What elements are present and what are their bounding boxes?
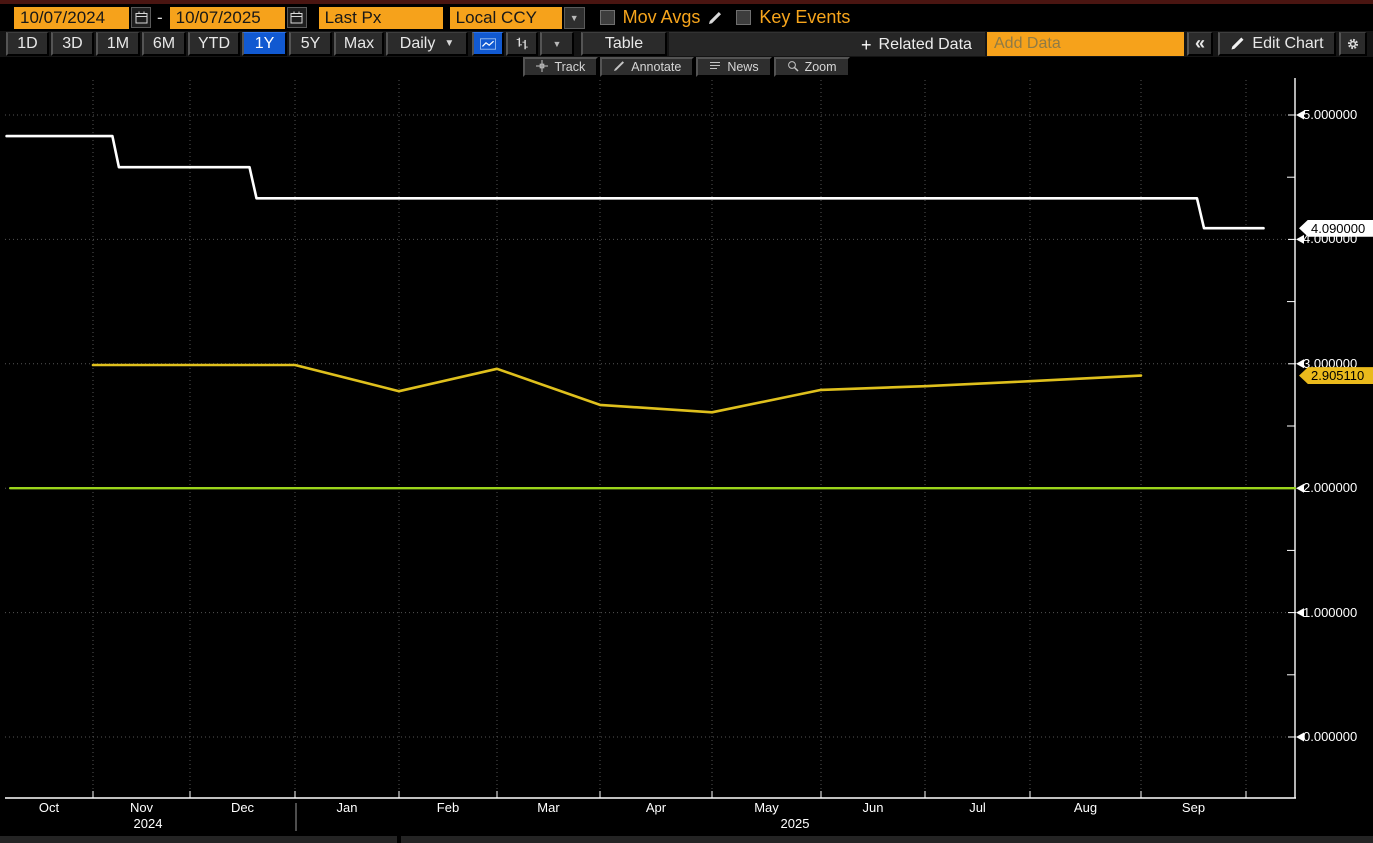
x-axis-month-label: Dec: [219, 800, 267, 815]
x-axis-month-label: Jan: [323, 800, 371, 815]
price-chart[interactable]: [0, 0, 1373, 843]
grid-layer: [5, 80, 1295, 798]
x-axis-year-label: 2025: [771, 816, 819, 831]
window-bottom-strip: [0, 836, 1373, 843]
last-price-badge-gold: 2.905110: [1299, 367, 1373, 384]
y-axis-tick-label: 0.000000: [1303, 729, 1357, 744]
x-axis-month-label: Apr: [632, 800, 680, 815]
axes-layer: [5, 78, 1304, 831]
x-axis-year-label: 2024: [124, 816, 172, 831]
x-axis-month-label: May: [743, 800, 791, 815]
y-axis-tick-label: 5.000000: [1303, 107, 1357, 122]
x-axis-month-label: Sep: [1170, 800, 1218, 815]
last-price-badge-white: 4.090000: [1299, 220, 1373, 237]
y-axis-tick-label: 2.000000: [1303, 480, 1357, 495]
x-axis-month-label: Mar: [525, 800, 573, 815]
last-px-white-step-line: [7, 136, 1264, 228]
bloomberg-chart-window: { "toolbar1": { "date_start": "10/07/202…: [0, 0, 1373, 843]
x-axis-month-label: Jun: [849, 800, 897, 815]
x-axis-month-label: Feb: [424, 800, 472, 815]
y-axis-tick-label: 1.000000: [1303, 605, 1357, 620]
series-layer: [7, 136, 1295, 488]
x-axis-month-label: Nov: [118, 800, 166, 815]
gold-line: [93, 365, 1141, 412]
x-axis-month-label: Oct: [25, 800, 73, 815]
x-axis-month-label: Aug: [1062, 800, 1110, 815]
x-axis-month-label: Jul: [954, 800, 1002, 815]
